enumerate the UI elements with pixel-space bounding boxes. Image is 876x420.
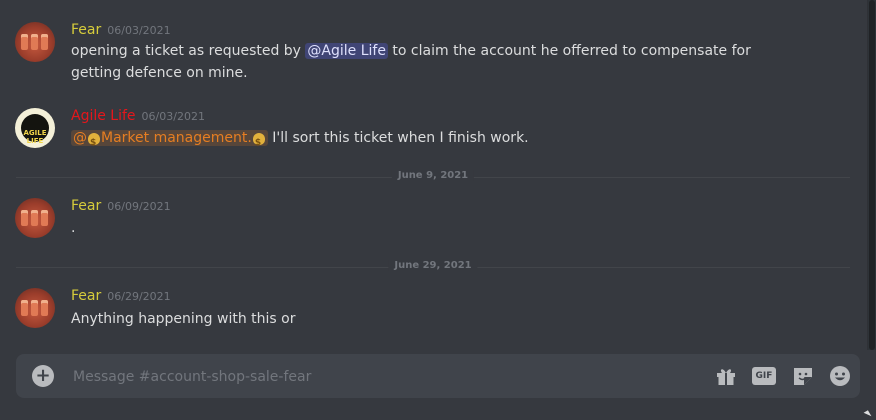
author-name[interactable]: Agile Life <box>71 108 136 124</box>
moneybag-icon <box>252 129 266 154</box>
timestamp: 06/03/2021 <box>107 24 171 37</box>
avatar[interactable] <box>15 22 55 62</box>
date-divider: June 29, 2021 <box>16 260 850 271</box>
message-header: Fear 06/29/2021 <box>71 288 171 304</box>
message-text: I'll sort this ticket when I finish work… <box>267 130 529 146</box>
resize-handle-icon <box>863 410 872 419</box>
sticker-icon[interactable] <box>791 364 815 388</box>
message-content: . <box>71 217 801 239</box>
user-mention[interactable]: @Agile Life <box>305 43 388 59</box>
author-name[interactable]: Fear <box>71 22 101 38</box>
message-text: Anything happening with this or <box>71 311 296 327</box>
gif-label: GIF <box>752 367 776 385</box>
author-name[interactable]: Fear <box>71 198 101 214</box>
message-text: opening a ticket as requested by <box>71 43 306 59</box>
avatar[interactable] <box>15 288 55 328</box>
timestamp: 06/03/2021 <box>141 110 205 123</box>
avatar-logo-text: AGILE LIFE <box>23 129 47 145</box>
message-content: opening a ticket as requested by @Agile … <box>71 40 801 84</box>
date-divider-label: June 9, 2021 <box>391 170 475 181</box>
message-content: Anything happening with this or <box>71 308 801 330</box>
message-header: Fear 06/09/2021 <box>71 198 171 214</box>
date-divider-label: June 29, 2021 <box>388 260 478 271</box>
message-header: Fear 06/03/2021 <box>71 22 171 38</box>
message-input[interactable] <box>71 365 675 389</box>
message-content: @ Market management. I'll sort this ticke… <box>71 127 801 154</box>
role-mention[interactable]: @ Market management. <box>71 129 268 154</box>
message-header: Agile Life 06/03/2021 <box>71 108 205 124</box>
role-mention-prefix: @ <box>73 130 87 146</box>
add-icon[interactable]: + <box>32 365 54 387</box>
gif-icon[interactable]: GIF <box>752 364 776 388</box>
message-text: . <box>71 220 76 236</box>
moneybag-icon <box>87 129 101 154</box>
timestamp: 06/09/2021 <box>107 200 171 213</box>
gift-icon[interactable] <box>714 364 738 388</box>
avatar[interactable] <box>15 198 55 238</box>
scrollbar[interactable] <box>867 0 876 350</box>
scrollbar-thumb[interactable] <box>869 0 875 350</box>
message-composer: + GIF <box>16 354 860 398</box>
avatar[interactable]: AGILE LIFE <box>15 108 55 148</box>
author-name[interactable]: Fear <box>71 288 101 304</box>
date-divider: June 9, 2021 <box>16 170 850 181</box>
role-mention-label: Market management. <box>101 130 252 146</box>
timestamp: 06/29/2021 <box>107 290 171 303</box>
emoji-icon[interactable] <box>828 364 852 388</box>
